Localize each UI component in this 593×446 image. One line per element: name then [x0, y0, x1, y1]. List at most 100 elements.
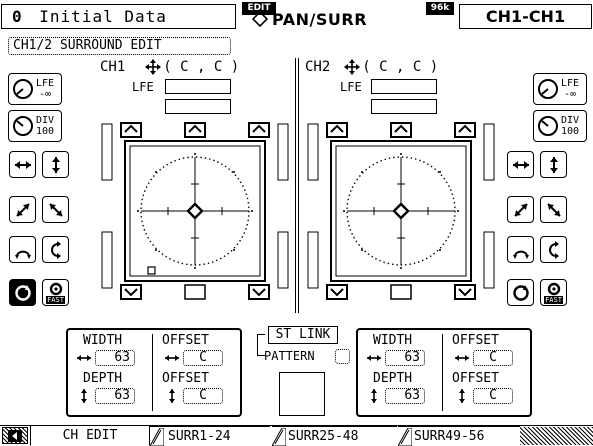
arrow-vertical-icon — [81, 389, 87, 403]
pattern-display — [279, 372, 325, 416]
div-knob-value: 100 — [36, 126, 55, 137]
div-knob[interactable]: DIV 100 — [8, 110, 62, 142]
knob-icon — [13, 79, 33, 99]
arrow-arc-icon — [14, 250, 31, 259]
width-value[interactable]: 63 — [95, 350, 135, 366]
rotate-fast-icon — [547, 282, 560, 295]
speaker-front-left-icon — [120, 122, 142, 138]
ch1-params-box: WIDTH OFFSET 63 C DEPTH OFFSET 63 C — [66, 328, 242, 417]
arrow-horizontal-icon — [165, 355, 179, 361]
ch1-position: ( C , C ) — [163, 59, 240, 75]
knob-icon — [13, 116, 33, 136]
pattern-arc-button[interactable] — [9, 236, 36, 263]
lfe-knob-label: LFE — [561, 78, 580, 89]
tab-surr49-56[interactable]: SURR49-56 — [398, 426, 520, 446]
offset-value[interactable]: C — [473, 350, 513, 366]
speaker-front-right-icon — [454, 122, 476, 138]
pattern-diagonal-up-button[interactable] — [507, 196, 534, 223]
surround-edit-screen: 0 Initial Data EDIT PAN/SURR 96k CH1-CH1… — [0, 0, 593, 446]
tab-slant-icon — [150, 427, 164, 446]
tab-bar-fill — [520, 427, 593, 445]
fast-label: FAST — [46, 295, 65, 304]
tab-surr25-48[interactable]: SURR25-48 — [272, 426, 397, 446]
scene-box[interactable]: 0 Initial Data — [1, 4, 236, 29]
page-title: PAN/SURR — [272, 9, 368, 29]
ch1-header: CH1 ( C , C ) — [100, 58, 290, 76]
ch2-surround-panel[interactable] — [304, 112, 498, 316]
arrow-horizontal-icon — [77, 355, 91, 361]
arrow-vertical-icon — [169, 389, 175, 403]
lfe-knob-value: -∞ — [564, 89, 577, 100]
depth-label: DEPTH — [373, 371, 413, 386]
speaker-center-icon — [184, 122, 206, 138]
offset-label: OFFSET — [162, 371, 209, 386]
pattern-diagonal-up-button[interactable] — [9, 196, 36, 223]
pattern-arc-button[interactable] — [507, 236, 534, 263]
rotate-button[interactable] — [507, 279, 534, 306]
rotate-icon — [512, 284, 529, 301]
offset-value[interactable]: C — [473, 388, 513, 404]
arrow-diagonal-up-icon — [513, 202, 528, 217]
arrow-vertical-icon — [51, 156, 60, 173]
offset-label: OFFSET — [162, 333, 209, 348]
lfe-knob[interactable]: LFE -∞ — [8, 73, 62, 105]
offset-value[interactable]: C — [183, 350, 223, 366]
channel-range[interactable]: CH1-CH1 — [459, 4, 592, 29]
tab-surr1-24[interactable]: SURR1-24 — [150, 426, 270, 446]
pattern-horizontal-button[interactable] — [9, 151, 36, 178]
speaker-level-bar — [277, 123, 289, 181]
speaker-front-left-icon — [326, 122, 348, 138]
arrow-horizontal-icon — [14, 160, 31, 169]
scene-name: Initial Data — [39, 7, 167, 26]
rotate-icon — [14, 284, 31, 301]
pattern-loop-button[interactable] — [42, 236, 69, 263]
ch2-lfe-meter — [371, 79, 437, 94]
tab-scroll-left[interactable] — [2, 427, 28, 444]
pattern-horizontal-button[interactable] — [507, 151, 534, 178]
pattern-diagonal-down-button[interactable] — [540, 196, 567, 223]
div-knob-label: DIV — [561, 115, 580, 126]
pattern-checkbox[interactable] — [335, 349, 350, 364]
ch1-surround-panel[interactable] — [98, 112, 292, 316]
page-title-box: PAN/SURR — [248, 8, 418, 30]
tab-ch-edit[interactable]: CH EDIT — [30, 426, 150, 446]
lfe-knob[interactable]: LFE -∞ — [533, 73, 587, 105]
tab-label: SURR49-56 — [414, 429, 485, 444]
pattern-loop-button[interactable] — [540, 236, 567, 263]
diamond-icon — [252, 11, 268, 27]
depth-value[interactable]: 63 — [385, 388, 425, 404]
div-knob[interactable]: DIV 100 — [533, 110, 587, 142]
arrow-diagonal-down-icon — [546, 202, 561, 217]
depth-value[interactable]: 63 — [95, 388, 135, 404]
arrow-vertical-icon — [549, 156, 558, 173]
speaker-level-bar — [307, 231, 319, 289]
rotate-fast-button[interactable]: FAST — [42, 279, 69, 306]
depth-label: DEPTH — [83, 371, 123, 386]
width-value[interactable]: 63 — [385, 350, 425, 366]
tab-label: SURR25-48 — [288, 429, 359, 444]
speaker-center-icon — [390, 122, 412, 138]
speaker-rear-left-icon — [120, 284, 142, 300]
ch1-lfe-label: LFE — [132, 80, 154, 94]
params-divider — [442, 334, 443, 411]
ch2-position: ( C , C ) — [362, 59, 439, 75]
offset-label: OFFSET — [452, 371, 499, 386]
offset-value[interactable]: C — [183, 388, 223, 404]
rotate-button[interactable] — [9, 279, 36, 306]
pattern-vertical-button[interactable] — [42, 151, 69, 178]
ch1-label: CH1 — [100, 59, 126, 75]
speaker-level-bar — [101, 231, 113, 289]
ch1-lfe-meter — [165, 79, 231, 94]
rotate-fast-button[interactable]: FAST — [540, 279, 567, 306]
offset-label: OFFSET — [452, 333, 499, 348]
speaker-rear-left-icon — [326, 284, 348, 300]
section-title: CH1/2 SURROUND EDIT — [8, 37, 231, 55]
st-link-button[interactable]: ST LINK — [268, 326, 338, 344]
pattern-vertical-button[interactable] — [540, 151, 567, 178]
width-label: WIDTH — [373, 333, 413, 348]
speaker-level-bar — [307, 123, 319, 181]
arrow-diagonal-up-icon — [15, 202, 30, 217]
ch2-params-box: WIDTH OFFSET 63 C DEPTH OFFSET 63 C — [356, 328, 532, 417]
pattern-diagonal-down-button[interactable] — [42, 196, 69, 223]
lfe-knob-label: LFE — [36, 78, 55, 89]
